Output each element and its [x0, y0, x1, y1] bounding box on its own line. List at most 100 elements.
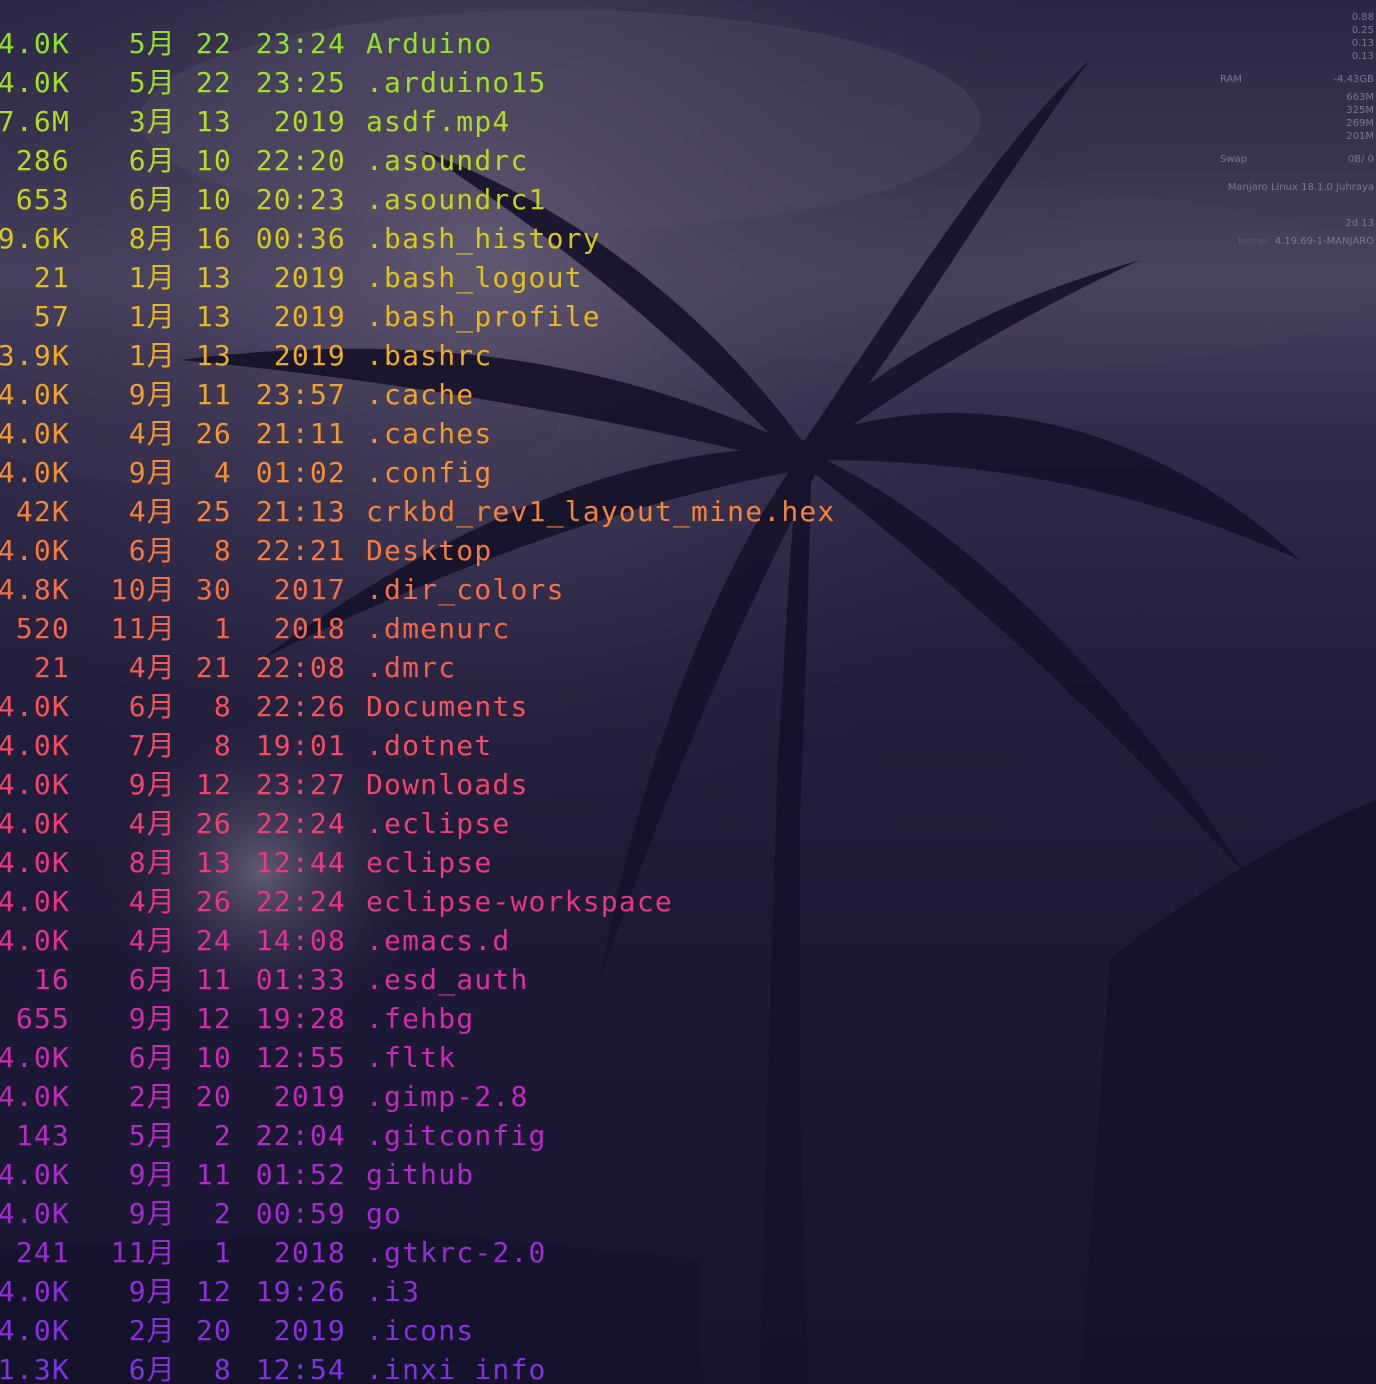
ram-label: RAM	[1220, 74, 1243, 85]
file-name: .asoundrc1	[366, 183, 547, 216]
file-size: 42K	[15, 495, 70, 528]
file-name: .dir_colors	[366, 573, 565, 606]
conky-system-monitor: 0.88 0.25 0.13 0.13 RAM -4.43GB 663M 325…	[1212, 0, 1376, 260]
file-time: 23:27	[255, 768, 346, 801]
file-month: 3月	[128, 105, 176, 138]
ls-row: 4.0K 9月 11 01:52 github	[0, 1155, 1092, 1194]
file-time: 2019	[255, 300, 346, 333]
file-time: 19:28	[255, 1002, 346, 1035]
file-time: 2019	[255, 261, 346, 294]
load-average-3: 0.13	[1351, 38, 1374, 49]
file-size: 7.6M	[0, 105, 70, 138]
ls-row: 42K 4月 25 21:13 crkbd_rev1_layout_mine.hex	[0, 492, 1092, 531]
file-month: 6月	[128, 1041, 176, 1074]
file-time: 22:26	[255, 690, 346, 723]
file-size: 4.0K	[0, 885, 70, 918]
file-name: .bash_profile	[366, 300, 601, 333]
file-day: 22	[195, 27, 232, 60]
file-month: 9月	[128, 1197, 176, 1230]
file-name: .esd_auth	[366, 963, 529, 996]
file-size: 4.0K	[0, 846, 70, 879]
ls-row: 7.6M 3月 13 2019 asdf.mp4	[0, 102, 1092, 141]
ls-row: 520 11月 1 2018 .dmenurc	[0, 609, 1092, 648]
file-day: 13	[195, 339, 232, 372]
file-name: .gimp-2.8	[366, 1080, 529, 1113]
file-day: 13	[195, 300, 232, 333]
distro-info: Manjaro Linux 18.1.0 Juhraya	[1227, 182, 1374, 193]
load-average-4: 0.13	[1351, 51, 1374, 62]
file-month: 6月	[128, 690, 176, 723]
kernel-version: 4.19.69-1-MANJARO	[1274, 236, 1374, 247]
ls-row: 286 6月 10 22:20 .asoundrc	[0, 141, 1092, 180]
file-name: Downloads	[366, 768, 529, 801]
file-size: 57	[33, 300, 70, 333]
file-month: 2月	[128, 1314, 176, 1347]
file-month: 9月	[128, 1002, 176, 1035]
file-size: 4.0K	[0, 924, 70, 957]
file-month: 1月	[128, 339, 176, 372]
ram-process-4: 201M	[1346, 131, 1374, 142]
file-size: 4.0K	[0, 807, 70, 840]
file-day: 13	[195, 846, 232, 879]
file-time: 01:02	[255, 456, 346, 489]
file-name: .cache	[366, 378, 475, 411]
ls-row: 4.0K 8月 13 12:44 eclipse	[0, 843, 1092, 882]
load-average-2: 0.25	[1351, 25, 1374, 36]
file-name: go	[366, 1197, 403, 1230]
ls-row: 241 11月 1 2018 .gtkrc-2.0	[0, 1233, 1092, 1272]
file-month: 6月	[128, 183, 176, 216]
file-name: .asoundrc	[366, 144, 529, 177]
ram-process-3: 269M	[1346, 118, 1374, 129]
file-time: 22:08	[255, 651, 346, 684]
file-month: 9月	[128, 1275, 176, 1308]
file-month: 4月	[128, 885, 176, 918]
file-day: 25	[195, 495, 232, 528]
file-name: .dotnet	[366, 729, 493, 762]
file-time: 2019	[255, 1314, 346, 1347]
file-time: 2018	[255, 612, 346, 645]
file-time: 2019	[255, 105, 346, 138]
file-month: 11月	[110, 1236, 176, 1269]
file-time: 00:59	[255, 1197, 346, 1230]
ls-row: 16 6月 11 01:33 .esd_auth	[0, 960, 1092, 999]
file-time: 2018	[255, 1236, 346, 1269]
file-month: 6月	[128, 1353, 176, 1384]
ls-row: 3.9K 1月 13 2019 .bashrc	[0, 336, 1092, 375]
file-month: 7月	[128, 729, 176, 762]
file-name: Documents	[366, 690, 529, 723]
file-name: crkbd_rev1_layout_mine.hex	[366, 495, 836, 528]
file-size: 4.0K	[0, 27, 70, 60]
file-time: 2019	[255, 339, 346, 372]
file-month: 4月	[128, 807, 176, 840]
ls-row: 4.0K 2月 20 2019 .icons	[0, 1311, 1092, 1350]
file-name: .bash_logout	[366, 261, 583, 294]
file-size: 1.3K	[0, 1353, 70, 1384]
terminal-ls-output: 4.0K 5月 22 23:24 Arduino 4.0K 5月 22 23:25 .arduin…	[0, 24, 1092, 1384]
file-size: 4.8K	[0, 573, 70, 606]
ls-row: 9.6K 8月 16 00:36 .bash_history	[0, 219, 1092, 258]
file-time: 23:24	[255, 27, 346, 60]
file-size: 286	[15, 144, 70, 177]
ram-process-2: 325M	[1346, 105, 1374, 116]
ram-total: -4.43GB	[1333, 74, 1374, 85]
file-month: 11月	[110, 612, 176, 645]
file-time: 12:54	[255, 1353, 346, 1384]
ls-row: 4.0K 2月 20 2019 .gimp-2.8	[0, 1077, 1092, 1116]
file-day: 12	[195, 768, 232, 801]
file-name: .dmenurc	[366, 612, 511, 645]
file-day: 20	[195, 1080, 232, 1113]
file-time: 12:44	[255, 846, 346, 879]
file-month: 1月	[128, 300, 176, 333]
file-name: .gtkrc-2.0	[366, 1236, 547, 1269]
file-size: 655	[15, 1002, 70, 1035]
file-time: 23:25	[255, 66, 346, 99]
file-day: 26	[195, 417, 232, 450]
file-month: 5月	[128, 1119, 176, 1152]
file-day: 13	[195, 105, 232, 138]
file-name: .emacs.d	[366, 924, 511, 957]
file-day: 2	[195, 1119, 232, 1152]
file-time: 01:52	[255, 1158, 346, 1191]
file-size: 4.0K	[0, 1041, 70, 1074]
file-month: 9月	[128, 378, 176, 411]
file-time: 21:13	[255, 495, 346, 528]
